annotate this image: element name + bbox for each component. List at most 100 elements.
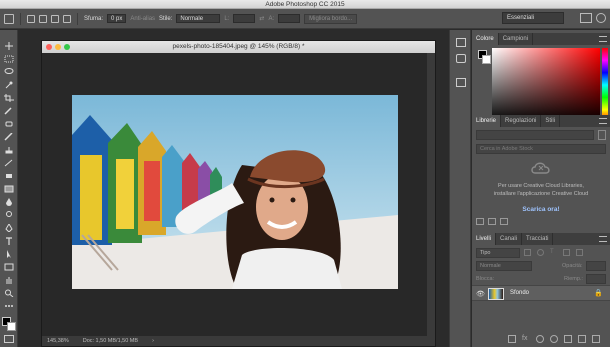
feather-input[interactable]: 0 px xyxy=(107,14,127,23)
image-canvas[interactable] xyxy=(72,95,398,289)
separator xyxy=(20,12,21,25)
dodge-tool-icon[interactable] xyxy=(4,211,14,219)
eyedropper-tool-icon[interactable] xyxy=(4,107,14,115)
history-panel-icon[interactable] xyxy=(456,38,466,47)
filter-type-icon[interactable]: T xyxy=(550,249,557,256)
background-color-swatch[interactable] xyxy=(7,322,16,331)
visibility-eye-icon[interactable]: 👁 xyxy=(476,290,485,298)
width-input[interactable] xyxy=(233,14,256,23)
quick-selection-tool-icon[interactable] xyxy=(4,81,14,89)
lib-upload-icon[interactable] xyxy=(488,218,496,225)
download-now-link[interactable]: Scarica ora! xyxy=(472,206,610,213)
lib-add-icon[interactable] xyxy=(476,218,484,225)
right-panels: Colore Campioni Librerie Regolazioni Sti… xyxy=(472,30,610,347)
tab-livelli[interactable]: Livelli xyxy=(472,233,497,245)
creative-cloud-icon xyxy=(530,160,552,176)
tab-stili[interactable]: Stili xyxy=(541,115,561,127)
subtract-selection-icon[interactable] xyxy=(51,14,59,23)
fill-input[interactable] xyxy=(586,274,606,284)
eraser-tool-icon[interactable] xyxy=(4,172,14,180)
tab-colore[interactable]: Colore xyxy=(472,33,499,45)
color-picker-field[interactable] xyxy=(492,48,600,122)
workspace-select[interactable]: Essenziali xyxy=(502,12,564,24)
layer-row[interactable]: 👁 Sfondo 🔒 xyxy=(472,285,610,301)
vertical-scrollbar[interactable] xyxy=(427,53,435,338)
panel-menu-icon[interactable] xyxy=(599,236,607,242)
filter-shape-icon[interactable] xyxy=(563,249,570,256)
lasso-tool-icon[interactable] xyxy=(4,68,14,76)
opacity-input[interactable] xyxy=(586,261,606,271)
minimize-window-icon[interactable] xyxy=(55,44,61,50)
feather-label: Sfuma: xyxy=(84,15,104,22)
search-icon[interactable] xyxy=(596,13,606,23)
layer-style-icon[interactable]: fx xyxy=(522,335,530,343)
zoom-level[interactable]: 145,38% xyxy=(47,338,69,344)
style-label: Stile: xyxy=(159,15,173,22)
pen-tool-icon[interactable] xyxy=(4,223,14,233)
filter-pixel-icon[interactable] xyxy=(524,249,531,256)
add-mask-icon[interactable] xyxy=(536,335,544,343)
tab-canali[interactable]: Canali xyxy=(496,233,523,245)
history-brush-tool-icon[interactable] xyxy=(4,159,14,167)
library-select[interactable] xyxy=(476,130,594,140)
tab-tracciati[interactable]: Tracciati xyxy=(522,233,554,245)
adjustment-layer-icon[interactable] xyxy=(550,335,558,343)
tab-campioni[interactable]: Campioni xyxy=(499,33,534,45)
layer-thumbnail xyxy=(488,288,504,300)
tab-librerie[interactable]: Librerie xyxy=(472,115,502,127)
layers-panel-tabs: Livelli Canali Tracciati xyxy=(472,233,610,245)
new-selection-icon[interactable] xyxy=(27,14,35,23)
app-title: Adobe Photoshop CC 2015 xyxy=(265,1,345,8)
filter-adjustment-icon[interactable] xyxy=(537,249,544,256)
layer-name[interactable]: Sfondo xyxy=(510,290,529,296)
panel-menu-icon[interactable] xyxy=(599,36,607,42)
quick-mask-icon[interactable] xyxy=(4,335,14,343)
swap-icon[interactable]: ⇄ xyxy=(259,15,264,22)
more-tools-icon[interactable] xyxy=(4,302,14,310)
status-menu-icon[interactable]: › xyxy=(152,338,154,344)
height-input[interactable] xyxy=(278,14,301,23)
path-selection-tool-icon[interactable] xyxy=(4,250,14,258)
rectangle-tool-icon[interactable] xyxy=(4,263,14,271)
close-window-icon[interactable] xyxy=(46,44,52,50)
new-group-icon[interactable] xyxy=(564,335,572,343)
filter-smart-icon[interactable] xyxy=(576,249,583,256)
zoom-tool-icon[interactable] xyxy=(4,289,14,298)
new-layer-icon[interactable] xyxy=(578,335,586,343)
marquee-preset-icon[interactable] xyxy=(4,13,14,24)
layer-filter-icons: T xyxy=(524,249,604,257)
style-select[interactable]: Normale xyxy=(176,14,221,23)
properties-panel-icon[interactable] xyxy=(456,78,466,87)
lock-icon: 🔒 xyxy=(594,290,603,297)
color-bg-swatch[interactable] xyxy=(482,55,491,64)
stock-search-input[interactable]: Cerca in Adobe Stock xyxy=(476,144,606,154)
panel-menu-icon[interactable] xyxy=(599,118,607,124)
hand-tool-icon[interactable] xyxy=(4,276,14,284)
refine-edge-button[interactable]: Migliora bordo... xyxy=(304,13,358,24)
move-tool-icon[interactable] xyxy=(4,42,14,50)
blur-tool-icon[interactable] xyxy=(4,198,14,206)
healing-brush-tool-icon[interactable] xyxy=(4,120,14,128)
actions-panel-icon[interactable] xyxy=(456,54,466,63)
color-panel-tabs: Colore Campioni xyxy=(472,33,610,45)
blend-mode-select[interactable]: Normale xyxy=(476,261,532,271)
document-title: pexels-photo-185404.jpeg @ 145% (RGB/8) … xyxy=(172,43,305,50)
marquee-tool-icon[interactable] xyxy=(4,55,14,63)
tab-regolazioni[interactable]: Regolazioni xyxy=(501,115,542,127)
gradient-tool-icon[interactable] xyxy=(4,185,14,193)
link-layers-icon[interactable] xyxy=(508,335,516,343)
crop-tool-icon[interactable] xyxy=(4,94,14,102)
library-view-icon[interactable] xyxy=(598,130,606,140)
lib-stock-icon[interactable] xyxy=(500,218,508,225)
arrange-windows-icon[interactable] xyxy=(580,13,592,23)
delete-layer-icon[interactable] xyxy=(592,335,600,343)
type-tool-icon[interactable] xyxy=(4,237,14,245)
layer-filter-select[interactable]: Tipo xyxy=(476,248,520,258)
brush-tool-icon[interactable] xyxy=(4,132,14,141)
add-selection-icon[interactable] xyxy=(39,14,47,23)
antialias-checkbox[interactable]: Anti-alias xyxy=(130,16,155,22)
hue-slider[interactable] xyxy=(602,48,608,122)
zoom-window-icon[interactable] xyxy=(64,44,70,50)
clone-stamp-tool-icon[interactable] xyxy=(4,146,14,154)
intersect-selection-icon[interactable] xyxy=(63,14,71,23)
